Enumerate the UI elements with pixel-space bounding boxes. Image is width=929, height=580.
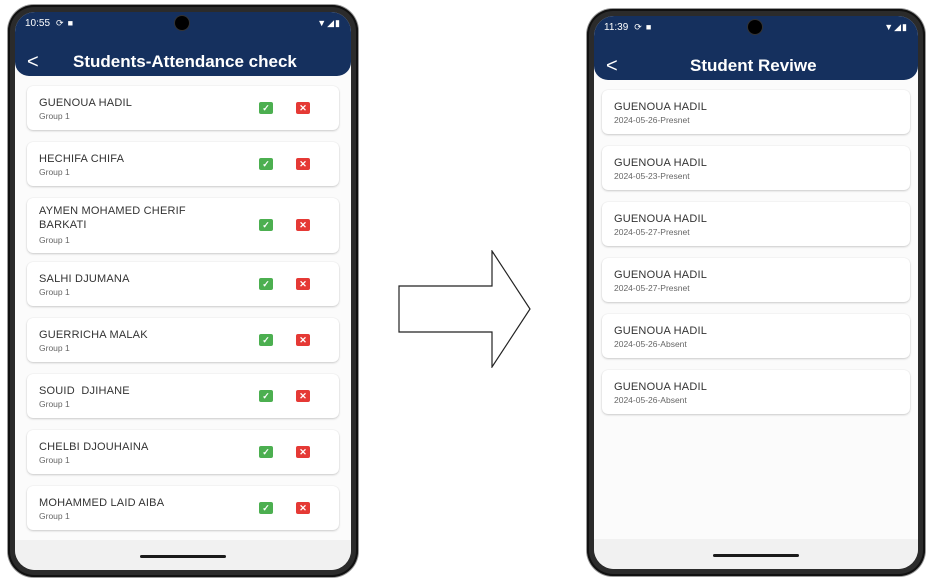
present-check-icon[interactable]: ✓ bbox=[259, 502, 273, 514]
student-name: HECHIFA CHIFA bbox=[39, 153, 125, 165]
left-phone-screen: 10:55 ⟳ ■ ▼◢▮ < Students-Attendance chec… bbox=[15, 12, 351, 570]
student-group: Group 1 bbox=[39, 287, 70, 297]
present-check-icon[interactable]: ✓ bbox=[259, 278, 273, 290]
student-group: Group 1 bbox=[39, 511, 70, 521]
student-card[interactable]: AYMEN MOHAMED CHERIF BARKATI Group 1 ✓ ✕ bbox=[27, 198, 339, 253]
present-check-icon[interactable]: ✓ bbox=[259, 446, 273, 458]
absent-cross-icon[interactable]: ✕ bbox=[296, 502, 310, 514]
sd-card-icon: ■ bbox=[645, 22, 652, 32]
present-check-icon[interactable]: ✓ bbox=[259, 158, 273, 170]
review-card[interactable]: GUENOUA HADIL 2024-05-26-Presnet bbox=[602, 90, 910, 134]
absent-cross-icon[interactable]: ✕ bbox=[296, 446, 310, 458]
student-name: SALHI DJUMANA bbox=[39, 273, 130, 285]
present-check-icon[interactable]: ✓ bbox=[259, 334, 273, 346]
present-check-icon[interactable]: ✓ bbox=[259, 219, 273, 231]
front-camera-icon bbox=[175, 16, 189, 30]
home-gesture-bar[interactable] bbox=[713, 554, 799, 557]
front-camera-icon bbox=[748, 20, 762, 34]
right-app-header: 11:39 ⟳ ■ ▼◢▮ < Student Reviwe bbox=[594, 16, 918, 80]
student-group: Group 1 bbox=[39, 399, 70, 409]
right-phone-screen: 11:39 ⟳ ■ ▼◢▮ < Student Reviwe GUENOUA H… bbox=[594, 16, 918, 569]
absent-cross-icon[interactable]: ✕ bbox=[296, 219, 310, 231]
student-name: GUENOUA HADIL bbox=[39, 97, 133, 109]
student-card[interactable]: SALHI DJUMANA Group 1 ✓ ✕ bbox=[27, 262, 339, 306]
attendance-record: 2024-05-27-Presnet bbox=[614, 283, 690, 293]
right-nav-bar bbox=[594, 539, 918, 569]
signal-battery-icons: ▼◢▮ bbox=[884, 21, 908, 32]
status-time: 11:39 bbox=[604, 21, 629, 33]
back-button[interactable]: < bbox=[594, 55, 630, 78]
absent-cross-icon[interactable]: ✕ bbox=[296, 334, 310, 346]
student-card[interactable]: HECHIFA CHIFA Group 1 ✓ ✕ bbox=[27, 142, 339, 186]
page-title: Student Reviwe bbox=[690, 56, 817, 75]
sync-icon: ⟳ bbox=[634, 21, 642, 32]
status-time: 10:55 bbox=[25, 17, 51, 29]
student-name: MOHAMMED LAID AIBA bbox=[39, 497, 165, 509]
left-nav-bar bbox=[15, 540, 351, 570]
left-app-header: 10:55 ⟳ ■ ▼◢▮ < Students-Attendance chec… bbox=[15, 12, 351, 76]
attendance-record: 2024-05-26-Absent bbox=[614, 339, 687, 349]
page-title: Students-Attendance check bbox=[73, 52, 297, 71]
student-name: GUENOUA HADIL bbox=[614, 213, 708, 225]
left-phone: 10:55 ⟳ ■ ▼◢▮ < Students-Attendance chec… bbox=[8, 5, 358, 577]
right-title-bar: < Student Reviwe bbox=[594, 54, 918, 78]
absent-cross-icon[interactable]: ✕ bbox=[296, 390, 310, 402]
attendance-record: 2024-05-26-Absent bbox=[614, 395, 687, 405]
sd-card-icon: ■ bbox=[67, 18, 74, 28]
sync-icon: ⟳ bbox=[56, 17, 64, 28]
student-name: SOUID DJIHANE bbox=[39, 385, 130, 397]
review-card[interactable]: GUENOUA HADIL 2024-05-27-Presnet bbox=[602, 258, 910, 302]
review-card[interactable]: GUENOUA HADIL 2024-05-23-Present bbox=[602, 146, 910, 190]
review-card[interactable]: GUENOUA HADIL 2024-05-27-Presnet bbox=[602, 202, 910, 246]
attendance-record: 2024-05-26-Presnet bbox=[614, 115, 690, 125]
student-name: GUENOUA HADIL bbox=[614, 269, 708, 281]
left-title-bar: < Students-Attendance check bbox=[15, 50, 351, 74]
student-name: AYMEN MOHAMED CHERIF BARKATI bbox=[39, 205, 186, 231]
student-name: GUERRICHA MALAK bbox=[39, 329, 148, 341]
student-card[interactable]: GUENOUA HADIL Group 1 ✓ ✕ bbox=[27, 86, 339, 130]
student-name: GUENOUA HADIL bbox=[614, 157, 708, 169]
attendance-record: 2024-05-23-Present bbox=[614, 171, 690, 181]
absent-cross-icon[interactable]: ✕ bbox=[296, 102, 310, 114]
review-card[interactable]: GUENOUA HADIL 2024-05-26-Absent bbox=[602, 314, 910, 358]
student-group: Group 1 bbox=[39, 343, 70, 353]
student-name: GUENOUA HADIL bbox=[614, 381, 708, 393]
student-card[interactable]: MOHAMMED LAID AIBA Group 1 ✓ ✕ bbox=[27, 486, 339, 530]
student-group: Group 1 bbox=[39, 235, 70, 245]
student-group: Group 1 bbox=[39, 167, 70, 177]
home-gesture-bar[interactable] bbox=[140, 555, 226, 558]
student-card[interactable]: GUERRICHA MALAK Group 1 ✓ ✕ bbox=[27, 318, 339, 362]
student-group: Group 1 bbox=[39, 455, 70, 465]
student-name: GUENOUA HADIL bbox=[614, 325, 708, 337]
absent-cross-icon[interactable]: ✕ bbox=[296, 278, 310, 290]
present-check-icon[interactable]: ✓ bbox=[259, 102, 273, 114]
student-name: GUENOUA HADIL bbox=[614, 101, 708, 113]
student-card[interactable]: SOUID DJIHANE Group 1 ✓ ✕ bbox=[27, 374, 339, 418]
student-name: CHELBI DJOUHAINA bbox=[39, 441, 149, 453]
present-check-icon[interactable]: ✓ bbox=[259, 390, 273, 402]
right-phone: 11:39 ⟳ ■ ▼◢▮ < Student Reviwe GUENOUA H… bbox=[587, 9, 925, 576]
signal-battery-icons: ▼◢▮ bbox=[317, 17, 341, 28]
attendance-record: 2024-05-27-Presnet bbox=[614, 227, 690, 237]
absent-cross-icon[interactable]: ✕ bbox=[296, 158, 310, 170]
right-arrow-icon bbox=[398, 250, 531, 368]
student-group: Group 1 bbox=[39, 111, 70, 121]
student-card[interactable]: CHELBI DJOUHAINA Group 1 ✓ ✕ bbox=[27, 430, 339, 474]
back-button[interactable]: < bbox=[15, 51, 51, 74]
review-card[interactable]: GUENOUA HADIL 2024-05-26-Absent bbox=[602, 370, 910, 414]
